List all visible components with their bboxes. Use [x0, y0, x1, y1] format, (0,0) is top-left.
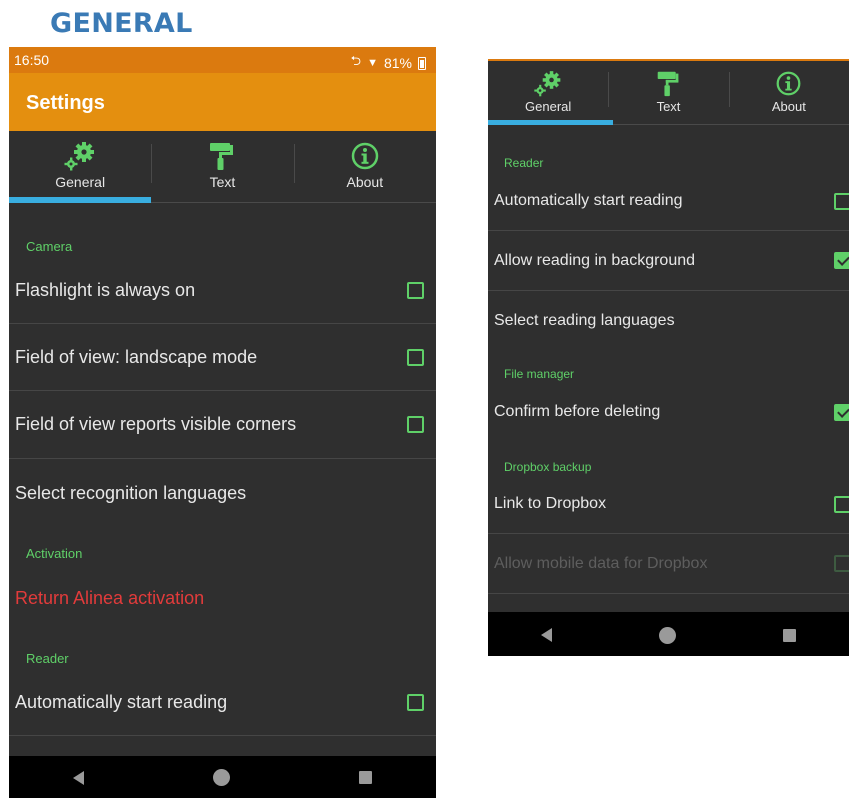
pref-mobile-data-dropbox-label: Allow mobile data for Dropbox — [494, 554, 708, 572]
pref-recognition-languages[interactable]: Select recognition languages — [9, 459, 436, 527]
section-header-dropbox: Dropbox backup — [504, 460, 592, 474]
pref-flashlight-checkbox[interactable] — [407, 281, 424, 299]
pref-return-activation-label: Return Alinea activation — [15, 587, 205, 608]
home-icon[interactable] — [658, 626, 676, 644]
pref-reading-languages-label: Select reading languages — [494, 311, 675, 329]
pref-confirm-deleting-checkbox[interactable] — [834, 403, 849, 421]
pref-reading-languages[interactable]: Select reading languages — [488, 291, 849, 350]
pref-auto-start-reading-checkbox[interactable] — [407, 693, 424, 711]
back-icon[interactable] — [541, 628, 553, 642]
app-bar-title: Settings — [26, 92, 105, 114]
right-phone-screen: General Text About Reader Automatically … — [488, 59, 849, 656]
navigation-bar — [9, 756, 436, 798]
pref-confirm-deleting-label: Confirm before deleting — [494, 403, 661, 420]
tab-about-label: About — [771, 99, 806, 114]
tab-bar: General Text About — [9, 131, 436, 203]
pref-visible-corners-label: Field of view reports visible corners — [15, 414, 297, 434]
status-icons: ⮌ ▼ 81% — [351, 52, 426, 74]
left-phone-screen: 16:50 ⮌ ▼ 81% Settings General Text Abou… — [9, 47, 436, 798]
tab-about-label: About — [346, 174, 384, 190]
pref-background-reading-checkbox[interactable] — [834, 252, 849, 269]
paint-roller-icon — [657, 71, 679, 97]
page-heading: GENERAL — [50, 8, 193, 39]
pref-link-dropbox-checkbox[interactable] — [834, 495, 849, 513]
paint-roller-icon — [210, 143, 234, 170]
recent-apps-icon[interactable] — [358, 771, 372, 784]
pref-mobile-data-dropbox: Allow mobile data for Dropbox — [488, 534, 849, 594]
pref-auto-start-reading[interactable]: Automatically start reading — [9, 669, 436, 736]
tab-bar: General Text About — [488, 61, 849, 125]
pref-background-reading-label: Allow reading in background — [494, 251, 696, 269]
gears-icon — [534, 71, 561, 97]
home-icon[interactable] — [212, 769, 230, 786]
recent-apps-icon[interactable] — [782, 628, 796, 642]
pref-auto-start-reading-label: Automatically start reading — [494, 192, 683, 209]
tab-text-label: Text — [209, 174, 236, 190]
section-header-camera: Camera — [26, 239, 73, 254]
pref-visible-corners[interactable]: Field of view reports visible corners — [9, 391, 436, 459]
tab-text[interactable]: Text — [608, 61, 728, 124]
tab-about[interactable]: About — [728, 61, 849, 124]
pref-auto-start-reading-label: Automatically start reading — [15, 691, 228, 712]
tab-text[interactable]: Text — [151, 131, 293, 202]
pref-mobile-data-dropbox-checkbox — [834, 555, 849, 572]
info-icon — [351, 142, 379, 170]
tab-general-label: General — [55, 174, 106, 190]
info-icon — [776, 71, 801, 96]
pref-auto-start-reading[interactable]: Automatically start reading — [488, 172, 849, 231]
battery-icon — [418, 56, 426, 70]
pref-landscape-mode-checkbox[interactable] — [407, 348, 424, 366]
pref-auto-start-reading-checkbox[interactable] — [834, 192, 849, 210]
wifi-icon: ▼ — [367, 57, 378, 69]
selected-tab-indicator — [9, 197, 151, 203]
status-bar: 16:50 ⮌ ▼ 81% — [9, 47, 436, 73]
status-time: 16:50 — [14, 52, 50, 68]
vibrate-icon: ⮌ — [350, 53, 362, 68]
tab-text-label: Text — [656, 99, 681, 114]
tab-general-label: General — [525, 99, 572, 114]
app-bar: Settings — [9, 73, 436, 131]
section-header-reader: Reader — [504, 156, 544, 170]
pref-confirm-deleting[interactable]: Confirm before deleting — [488, 383, 849, 441]
navigation-bar — [488, 612, 849, 656]
section-header-activation: Activation — [26, 546, 83, 561]
pref-landscape-mode[interactable]: Field of view: landscape mode — [9, 324, 436, 391]
battery-percent: 81% — [383, 55, 412, 71]
pref-recognition-languages-label: Select recognition languages — [15, 482, 247, 503]
pref-visible-corners-checkbox[interactable] — [407, 416, 424, 433]
pref-link-dropbox[interactable]: Link to Dropbox — [488, 475, 849, 534]
pref-background-reading[interactable]: Allow reading in background — [488, 231, 849, 291]
pref-landscape-mode-label: Field of view: landscape mode — [15, 346, 258, 367]
section-header-reader: Reader — [26, 651, 69, 666]
selected-tab-indicator — [488, 120, 613, 125]
pref-return-activation[interactable]: Return Alinea activation — [9, 580, 436, 616]
pref-flashlight-label: Flashlight is always on — [15, 279, 196, 300]
pref-link-dropbox-label: Link to Dropbox — [494, 495, 607, 512]
tab-general[interactable]: General — [9, 131, 151, 202]
gears-icon — [64, 142, 95, 171]
pref-flashlight[interactable]: Flashlight is always on — [9, 257, 436, 324]
tab-general[interactable]: General — [488, 61, 608, 124]
back-icon[interactable] — [73, 770, 85, 785]
tab-about[interactable]: About — [293, 131, 436, 202]
section-header-file-manager: File manager — [504, 367, 575, 381]
